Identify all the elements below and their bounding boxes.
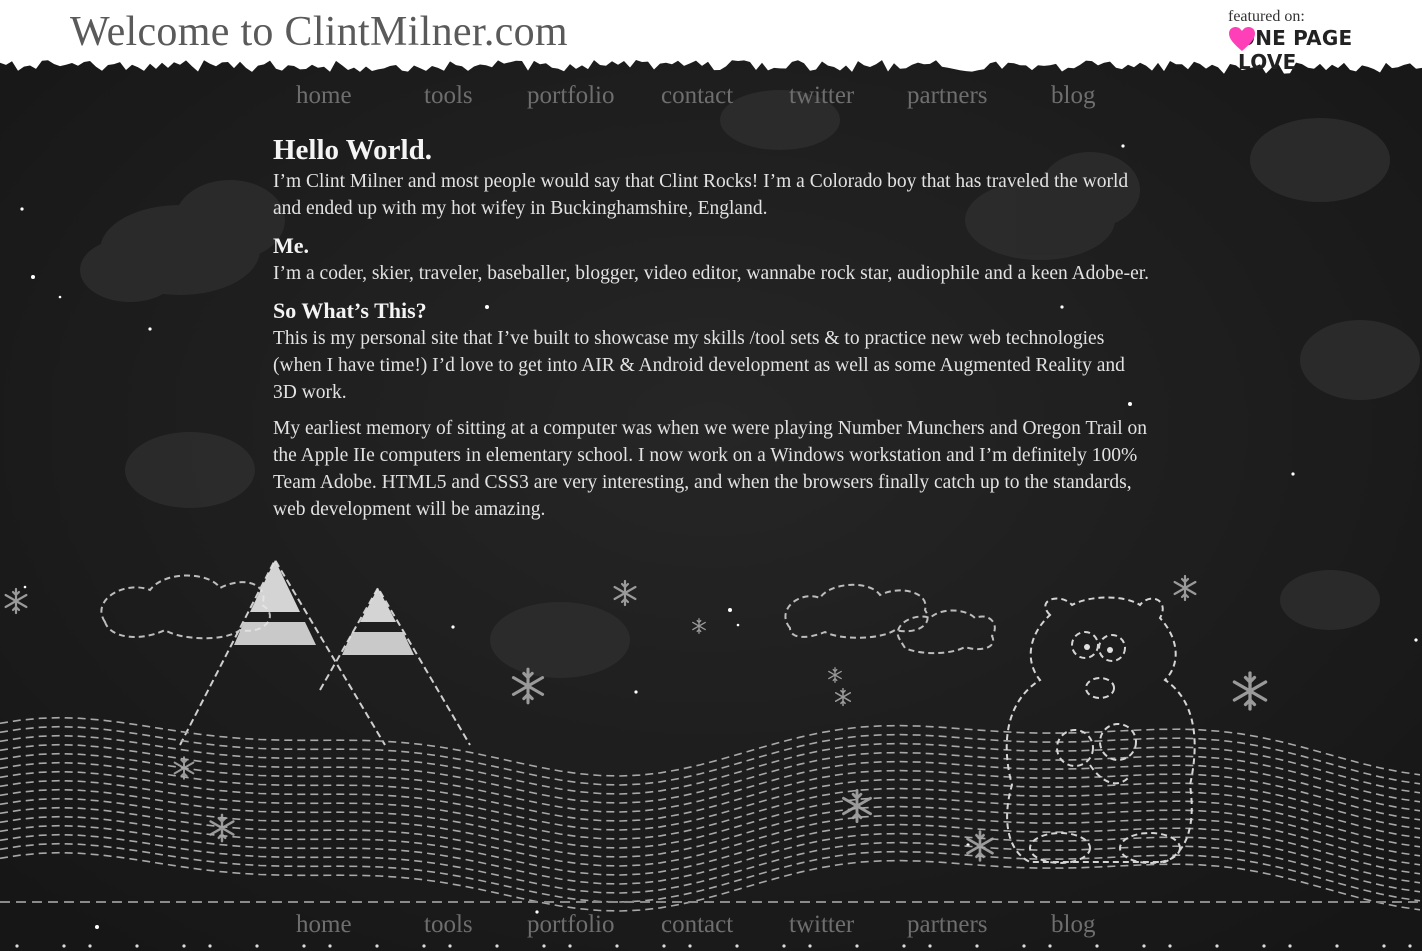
nav-blog[interactable]: blog — [1051, 82, 1095, 110]
header-banner: Welcome to ClintMilner.com featured on: … — [0, 0, 1422, 78]
footer-dot — [542, 944, 546, 948]
whats-heading: So What’s This? — [273, 298, 427, 323]
nav-portfolio[interactable]: portfolio — [527, 82, 615, 110]
footer-dot — [302, 944, 306, 948]
footer-dot — [808, 944, 812, 948]
footer-dot — [1288, 944, 1292, 948]
footer-dot — [1215, 944, 1219, 948]
featured-badge[interactable]: featured on: ONE PAGE LOVE — [1228, 8, 1410, 74]
one-page-love-logo[interactable]: ONE PAGE LOVE — [1228, 26, 1410, 74]
whats-text: This is my personal site that I’ve built… — [273, 328, 1125, 403]
main-nav: home tools portfolio contact twitter par… — [296, 82, 1126, 112]
footer-dot — [928, 944, 932, 948]
footer-nav-partners[interactable]: partners — [907, 911, 988, 939]
nav-twitter[interactable]: twitter — [789, 82, 854, 110]
nav-partners[interactable]: partners — [907, 82, 988, 110]
footer-dot — [495, 944, 499, 948]
footer-dot — [135, 944, 139, 948]
footer-dot — [448, 944, 452, 948]
footer-nav-home[interactable]: home — [296, 911, 352, 939]
footer-dot — [1048, 944, 1052, 948]
footer-nav-twitter[interactable]: twitter — [789, 911, 854, 939]
footer-dot — [615, 944, 619, 948]
footer-nav-contact[interactable]: contact — [661, 911, 733, 939]
heart-icon — [1229, 27, 1255, 51]
footer-dot — [208, 944, 212, 948]
site-title: Welcome to ClintMilner.com — [70, 9, 568, 55]
footer-dot — [1095, 944, 1099, 948]
footer-nav-portfolio[interactable]: portfolio — [527, 911, 615, 939]
footer-dot — [782, 944, 786, 948]
footer-dot — [15, 944, 19, 948]
memory-text: My earliest memory of sitting at a compu… — [273, 418, 1148, 520]
footer-dot — [1142, 944, 1146, 948]
nav-contact[interactable]: contact — [661, 82, 733, 110]
footer-dot — [1408, 944, 1412, 948]
footer-dot — [1382, 944, 1386, 948]
footer-dot — [688, 944, 692, 948]
featured-brand: ONE PAGE LOVE — [1238, 26, 1353, 74]
footer-dot — [328, 944, 332, 948]
footer-dot — [422, 944, 426, 948]
footer-dot — [62, 944, 66, 948]
footer-dot — [1335, 944, 1339, 948]
footer-dot — [1168, 944, 1172, 948]
footer-nav-blog[interactable]: blog — [1051, 911, 1095, 939]
footer-dot — [902, 944, 906, 948]
footer-dot — [975, 944, 979, 948]
footer-dot — [1022, 944, 1026, 948]
footer-dot — [1262, 944, 1266, 948]
footer-dot — [662, 944, 666, 948]
footer-dot — [255, 944, 259, 948]
footer-nav: home tools portfolio contact twitter par… — [296, 911, 1126, 941]
footer-dot — [735, 944, 739, 948]
footer-dot — [855, 944, 859, 948]
footer-dot — [88, 944, 92, 948]
me-heading: Me. — [273, 233, 310, 258]
footer-nav-tools[interactable]: tools — [424, 911, 473, 939]
footer-dot — [568, 944, 572, 948]
footer-dot — [182, 944, 186, 948]
main-content: Hello World. I’m Clint Milner and most p… — [273, 132, 1153, 523]
featured-label: featured on: — [1228, 8, 1305, 25]
me-text: I’m a coder, skier, traveler, baseballer… — [273, 263, 1150, 284]
footer-dot — [375, 944, 379, 948]
hello-heading: Hello World. — [273, 134, 432, 166]
hello-text: I’m Clint Milner and most people would s… — [273, 171, 1129, 219]
nav-tools[interactable]: tools — [424, 82, 473, 110]
nav-home[interactable]: home — [296, 82, 352, 110]
